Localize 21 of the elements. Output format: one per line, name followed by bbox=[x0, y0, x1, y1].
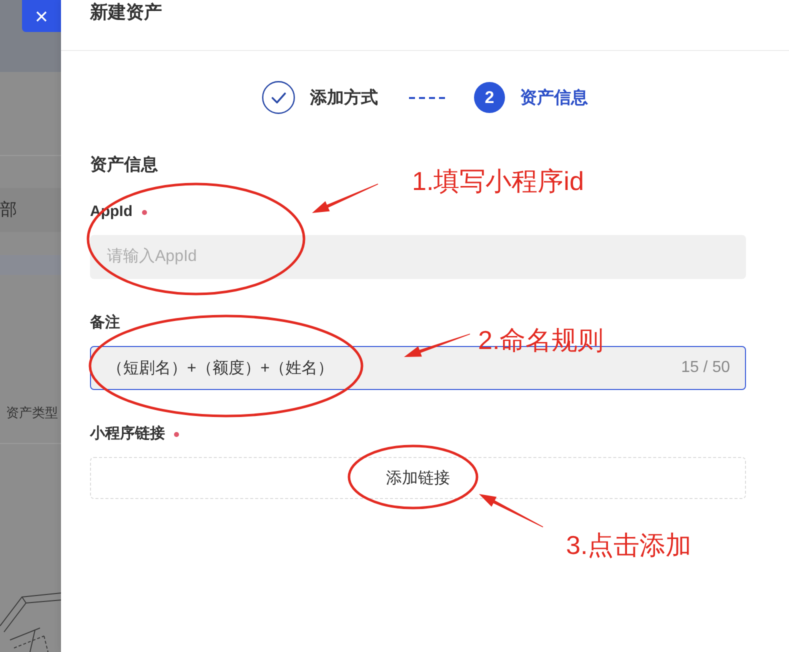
field-label: 小程序链接 bbox=[90, 424, 165, 444]
step-number: 2 bbox=[474, 82, 505, 113]
close-icon bbox=[36, 10, 47, 22]
close-button[interactable] bbox=[22, 0, 61, 32]
menu-item[interactable]: 部 bbox=[0, 188, 61, 232]
column-header: 资产类型 bbox=[5, 404, 59, 422]
annotation-text: 3.点击添加 bbox=[566, 530, 692, 560]
step-connector bbox=[409, 96, 445, 100]
character-counter: 15 / 50 bbox=[681, 358, 730, 378]
field-label: 备注 bbox=[90, 313, 120, 333]
annotation-text: 1.填写小程序id bbox=[412, 166, 584, 196]
section-title: 资产信息 bbox=[90, 154, 158, 176]
step-label: 添加方式 bbox=[310, 86, 378, 108]
annotation-arrow bbox=[404, 334, 470, 357]
drawer-title: 新建资产 bbox=[90, 2, 162, 22]
annotation-arrow bbox=[312, 184, 378, 213]
input-field[interactable]: 请输入AppId bbox=[90, 235, 746, 279]
step-label: 资产信息 bbox=[520, 86, 588, 108]
tray-drawing bbox=[0, 590, 61, 652]
annotation-arrow bbox=[479, 494, 544, 528]
add-link-button[interactable]: 添加链接 bbox=[90, 457, 746, 499]
